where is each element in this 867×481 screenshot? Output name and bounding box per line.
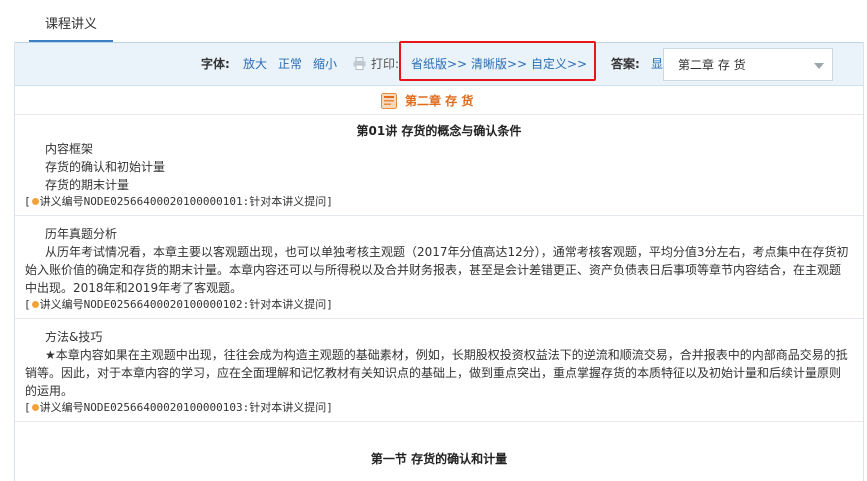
chapter-header: 第二章 存 货 [15, 87, 863, 115]
answer-show-link[interactable]: 显 [651, 56, 663, 72]
section-paragraph: ★本章内容如果在主观题中出现，往往会成为构造主观题的基础素材，例如，长期股权投资… [25, 348, 848, 398]
highlight-annotation-box [399, 41, 596, 81]
answer-label: 答案: [611, 57, 640, 71]
toolbar: 字体: 放大 正常 缩小 打印: 省纸版>> 清晰版>> 自定义>> 答案: 显… [15, 41, 863, 86]
note-ref-text: 讲义编号NODE02566400020100000101:针对本讲义提问 [39, 195, 327, 208]
lecture-heading: 第01讲 存货的概念与确认条件 [356, 124, 522, 138]
content-line: 内容框架 [45, 142, 94, 156]
tab-bar: 课程讲义 [0, 0, 867, 42]
question-dot-icon [31, 198, 39, 205]
question-dot-icon [31, 301, 39, 308]
chevron-down-icon [814, 63, 824, 69]
notes-container: 字体: 放大 正常 缩小 打印: 省纸版>> 清晰版>> 自定义>> 答案: 显… [14, 41, 864, 481]
font-label: 字体: [201, 57, 230, 71]
note-question-link[interactable]: [讲义编号NODE02566400020100000103:针对本讲义提问] [24, 400, 333, 416]
printer-icon [353, 57, 366, 70]
font-shrink-link[interactable]: 缩小 [313, 56, 337, 72]
note-ref-text: 讲义编号NODE02566400020100000102:针对本讲义提问 [39, 298, 327, 311]
section-heading: 第一节 存货的确认和计量 [370, 452, 508, 466]
content-line: 存货的确认和初始计量 [45, 160, 166, 174]
font-enlarge-link[interactable]: 放大 [243, 56, 267, 72]
section-paragraph: 从历年考试情况看，本章主要以客观题出现，也可以单独考核主观题（2017年分值高达… [25, 245, 849, 295]
question-dot-icon [31, 404, 39, 411]
font-normal-link[interactable]: 正常 [278, 56, 302, 72]
section-lecture-01: 第01讲 存货的概念与确认条件 内容框架 存货的确认和初始计量 存货的期末计量 … [15, 116, 863, 216]
section-title: 方法&技巧 [45, 330, 103, 344]
book-icon [381, 93, 397, 109]
chapter-select-value: 第二章 存 货 [678, 58, 746, 72]
tab-course-notes[interactable]: 课程讲义 [29, 14, 113, 42]
chapter-title: 第二章 存 货 [405, 94, 474, 108]
section-past-exam-analysis: 历年真题分析 从历年考试情况看，本章主要以客观题出现，也可以单独考核主观题（20… [15, 217, 863, 319]
chapter-select[interactable]: 第二章 存 货 [663, 48, 833, 81]
note-ref-text: 讲义编号NODE02566400020100000103:针对本讲义提问 [39, 401, 327, 414]
print-label: 打印: [371, 57, 400, 71]
section-title: 历年真题分析 [45, 227, 118, 241]
note-question-link[interactable]: [讲义编号NODE02566400020100000101:针对本讲义提问] [24, 194, 333, 210]
content-line: 存货的期末计量 [45, 178, 130, 192]
note-question-link[interactable]: [讲义编号NODE02566400020100000102:针对本讲义提问] [24, 297, 333, 313]
section-methods-tips: 方法&技巧 ★本章内容如果在主观题中出现，往往会成为构造主观题的基础素材，例如，… [15, 320, 863, 422]
